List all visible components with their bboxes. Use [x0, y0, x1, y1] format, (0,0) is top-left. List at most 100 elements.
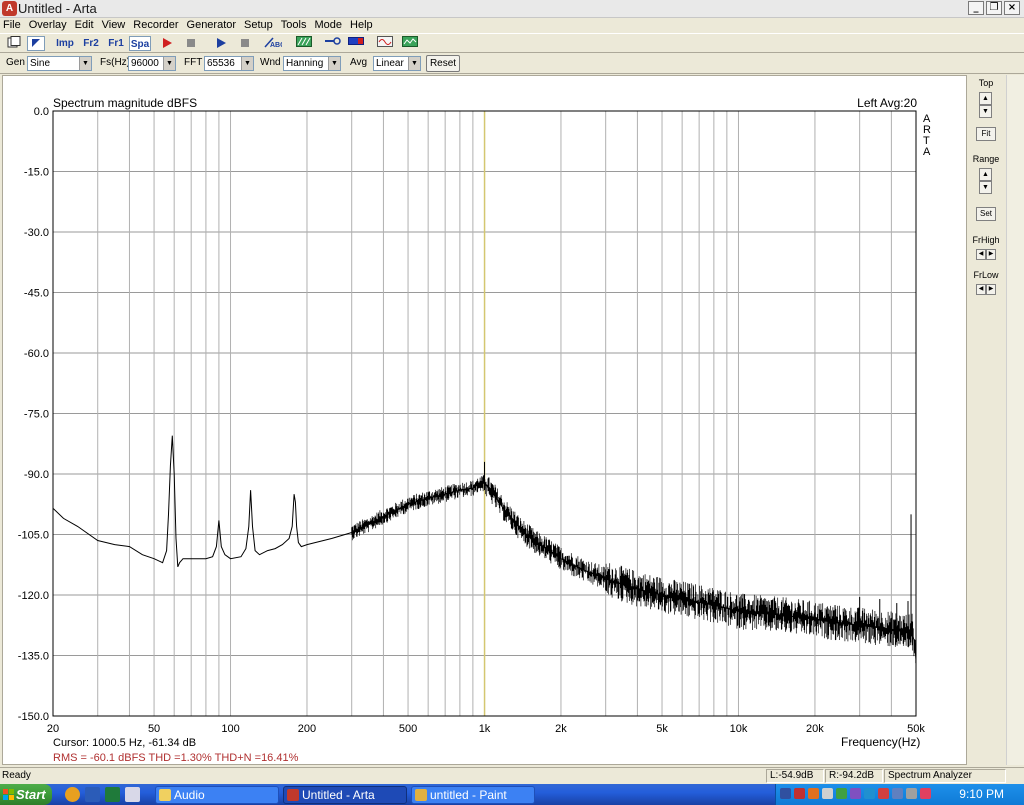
grid-pattern-icon[interactable] [295, 36, 313, 51]
printer-icon[interactable] [906, 788, 917, 799]
open-file-icon[interactable] [6, 36, 22, 51]
left-level-field: L:-54.9dB [766, 769, 824, 783]
x-tick-label: 20k [806, 723, 824, 735]
fft-size-value: 65536 [207, 58, 235, 69]
play-icon[interactable] [214, 36, 228, 51]
frhigh-label: FrHigh [972, 235, 1000, 245]
probe-icon[interactable] [323, 36, 343, 51]
menu-generator[interactable]: Generator [183, 18, 241, 32]
fft-size-select[interactable]: 65536 ▼ [204, 56, 254, 71]
spectrum-view-icon[interactable] [401, 36, 419, 51]
frlow-left-button[interactable]: ◀ [976, 284, 986, 295]
frhigh-stepper[interactable]: ◀ ▶ [976, 249, 996, 260]
fr2-mode-button[interactable]: Fr2 [80, 36, 102, 51]
set-button[interactable]: Set [976, 207, 996, 221]
clock: 9:10 PM [959, 787, 1004, 801]
right-level-field: R:-94.2dB [825, 769, 883, 783]
chevron-down-icon[interactable]: ▼ [328, 57, 340, 70]
top-down-button[interactable]: ▼ [979, 105, 992, 118]
menu-mode[interactable]: Mode [310, 18, 346, 32]
range-down-button[interactable]: ▼ [979, 181, 992, 194]
y-tick-label: -90.0 [24, 469, 49, 481]
channel-avg-label: Left Avg:20 [857, 96, 917, 110]
network-icon[interactable] [780, 788, 791, 799]
record-play-icon[interactable] [160, 36, 174, 51]
y-tick-label: -120.0 [18, 590, 49, 602]
abc-calibration-icon[interactable]: ABC [263, 36, 285, 51]
menu-file[interactable]: File [0, 18, 25, 32]
security-icon[interactable] [794, 788, 805, 799]
app-tray-icon[interactable] [850, 788, 861, 799]
bluetooth-icon[interactable] [892, 788, 903, 799]
display-icon[interactable] [864, 788, 875, 799]
cursor-tool-icon[interactable] [27, 36, 45, 51]
window-controls: _ ❐ × [968, 1, 1020, 15]
x-tick-label: 1k [479, 723, 491, 735]
spectrum-noise-band [351, 475, 917, 664]
brand-letter: A [923, 146, 931, 158]
chevron-down-icon[interactable]: ▼ [408, 57, 420, 70]
title-bar: A Untitled - Arta _ ❐ × [0, 0, 1024, 18]
vertical-scrollbar[interactable] [1006, 75, 1024, 765]
spectrum-chart[interactable]: 0.0 -15.0 -30.0 -45.0 -60.0 -75.0 -90.0 -105.0 -… [3, 76, 966, 764]
fr1-mode-button[interactable]: Fr1 [105, 36, 127, 51]
shield-icon[interactable] [836, 788, 847, 799]
menu-tools[interactable]: Tools [277, 18, 311, 32]
window-value: Hanning [286, 58, 324, 69]
menu-view[interactable]: View [98, 18, 130, 32]
chart-title: Spectrum magnitude dBFS [53, 96, 197, 110]
taskbar-item-paint[interactable]: untitled - Paint [411, 786, 535, 804]
word-icon[interactable] [85, 787, 100, 802]
frlow-right-button[interactable]: ▶ [986, 284, 996, 295]
chevron-down-icon[interactable]: ▼ [163, 57, 175, 70]
record-stop-icon[interactable] [184, 36, 198, 51]
restore-button[interactable]: ❐ [986, 1, 1002, 15]
signal-wave-icon[interactable] [376, 36, 394, 51]
avg-label: Avg [350, 57, 368, 68]
svg-text:ABC: ABC [270, 42, 282, 48]
frlow-stepper[interactable]: ◀ ▶ [976, 284, 996, 295]
arta-brand-label: ARTA [923, 113, 931, 158]
update-icon[interactable] [808, 788, 819, 799]
start-button[interactable]: Start [0, 784, 52, 805]
antivirus-icon[interactable] [878, 788, 889, 799]
volume-icon[interactable] [822, 788, 833, 799]
windows-logo-icon [3, 789, 14, 800]
top-up-button[interactable]: ▲ [979, 92, 992, 105]
frhigh-left-button[interactable]: ◀ [976, 249, 986, 260]
arta-app-icon[interactable]: A [2, 1, 17, 16]
spectrum-plot-area[interactable]: 0.0 -15.0 -30.0 -45.0 -60.0 -75.0 -90.0 -105.0 -… [2, 75, 967, 765]
level-bar-icon[interactable] [347, 36, 365, 51]
spa-mode-button[interactable]: Spa [129, 36, 151, 51]
menu-recorder[interactable]: Recorder [129, 18, 182, 32]
frhigh-right-button[interactable]: ▶ [986, 249, 996, 260]
menu-bar: File Overlay Edit View Recorder Generator Setu… [0, 18, 1024, 32]
windows-taskbar: Start Audio Untitled - Arta untitled - P… [0, 784, 1024, 805]
menu-overlay[interactable]: Overlay [25, 18, 71, 32]
chevron-down-icon[interactable]: ▼ [241, 57, 253, 70]
close-button[interactable]: × [1004, 1, 1020, 15]
stop-icon[interactable] [238, 36, 252, 51]
generator-select[interactable]: Sine ▼ [27, 56, 92, 71]
chrome-icon[interactable] [65, 787, 80, 802]
menu-setup[interactable]: Setup [240, 18, 277, 32]
taskbar-item-audio[interactable]: Audio [155, 786, 279, 804]
window-select[interactable]: Hanning ▼ [283, 56, 341, 71]
menu-edit[interactable]: Edit [71, 18, 98, 32]
sample-rate-select[interactable]: 96000 ▼ [128, 56, 176, 71]
averaging-select[interactable]: Linear ▼ [373, 56, 421, 71]
minimize-button[interactable]: _ [968, 1, 984, 15]
chevron-down-icon[interactable]: ▼ [79, 57, 91, 70]
excel-icon[interactable] [105, 787, 120, 802]
reset-button[interactable]: Reset [426, 55, 460, 72]
taskbar-item-arta[interactable]: Untitled - Arta [283, 786, 407, 804]
notepad-icon[interactable] [125, 787, 140, 802]
impulse-mode-button[interactable]: Imp [54, 36, 76, 51]
menu-help[interactable]: Help [346, 18, 377, 32]
mode-field: Spectrum Analyzer [884, 769, 1006, 783]
media-icon[interactable] [920, 788, 931, 799]
start-label: Start [16, 787, 46, 802]
generator-value: Sine [30, 58, 51, 69]
range-up-button[interactable]: ▲ [979, 168, 992, 181]
fit-button[interactable]: Fit [976, 127, 996, 141]
